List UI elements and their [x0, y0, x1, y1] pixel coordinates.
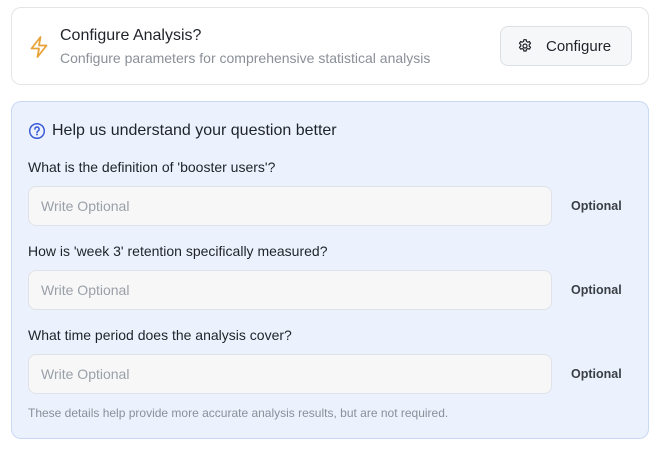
optional-tag: Optional	[571, 283, 622, 297]
clarification-title: Help us understand your question better	[52, 122, 337, 139]
configure-analysis-subtitle: Configure parameters for comprehensive s…	[60, 50, 431, 66]
configure-button[interactable]: Configure	[500, 26, 632, 66]
optional-tag: Optional	[571, 199, 622, 213]
configure-analysis-title: Configure Analysis?	[60, 27, 202, 44]
question-circle-icon	[28, 122, 46, 140]
answer-input[interactable]	[28, 186, 552, 226]
answer-input[interactable]	[28, 270, 552, 310]
answer-input[interactable]	[28, 354, 552, 394]
gear-icon	[517, 38, 533, 54]
question-label: How is 'week 3' retention specifically m…	[28, 243, 328, 259]
clarification-panel: Help us understand your question better …	[11, 101, 649, 439]
question-label: What time period does the analysis cover…	[28, 327, 292, 343]
lightning-bolt-icon	[28, 35, 50, 59]
optional-tag: Optional	[571, 367, 622, 381]
question-label: What is the definition of 'booster users…	[28, 159, 276, 175]
configure-button-label: Configure	[546, 37, 612, 55]
configure-analysis-card: Configure Analysis? Configure parameters…	[11, 7, 649, 85]
clarification-footnote: These details help provide more accurate…	[28, 406, 449, 420]
